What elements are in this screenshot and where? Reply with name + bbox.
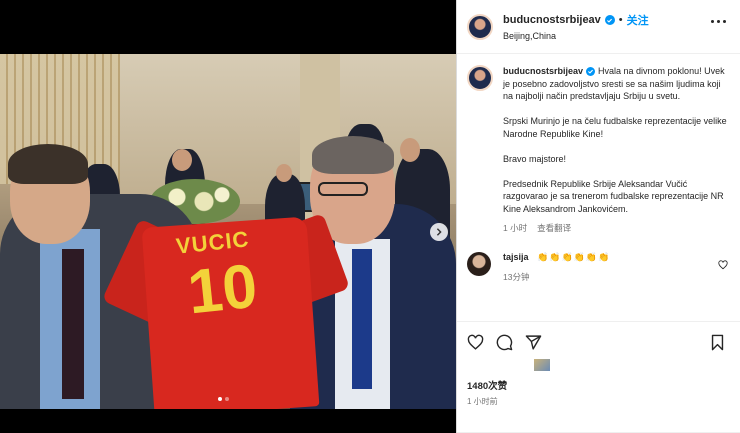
share-icon[interactable] <box>525 334 542 351</box>
see-translation-link[interactable]: 查看翻译 <box>537 222 571 235</box>
author-avatar[interactable] <box>467 13 493 40</box>
separator-dot: • <box>618 14 623 26</box>
photo-person-left-hair <box>8 144 88 184</box>
photo-person-left-tie <box>62 249 84 399</box>
jersey-number-print: 10 <box>184 251 261 328</box>
action-icons <box>467 332 730 352</box>
author-info: buducnostsrbijeav • 关注 Beijing,China <box>503 12 649 41</box>
comment-icon[interactable] <box>496 334 513 351</box>
comment-item: tajsija 👏👏👏👏👏👏 13分钟 <box>467 252 730 283</box>
post-side-panel: buducnostsrbijeav • 关注 Beijing,China bud… <box>456 0 740 433</box>
carousel-dot-active <box>218 397 222 401</box>
verified-badge-icon <box>604 15 615 25</box>
carousel-dots <box>218 397 229 401</box>
commenter-username[interactable]: tajsija <box>503 252 529 262</box>
photo-bystander-head <box>276 164 292 182</box>
caption-body: buducnostsrbijeav Hvala na divnom poklonu… <box>503 65 728 234</box>
more-options-icon[interactable] <box>711 20 726 23</box>
caption-paragraph-1: buducnostsrbijeav Hvala na divnom poklonu… <box>503 65 728 103</box>
heart-icon[interactable] <box>467 334 484 351</box>
comment-text: 👏👏👏👏👏👏 <box>537 252 611 262</box>
author-row: buducnostsrbijeav • 关注 <box>503 12 649 28</box>
chevron-right-icon <box>436 228 442 236</box>
comment-body: tajsija 👏👏👏👏👏👏 13分钟 <box>503 252 610 283</box>
comments-section: buducnostsrbijeav Hvala na divnom poklonu… <box>457 55 740 320</box>
comment-like-heart-icon[interactable] <box>718 260 728 270</box>
bookmark-icon[interactable] <box>709 334 726 351</box>
commenter-avatar[interactable] <box>467 252 491 276</box>
post-actions: 1480次赞 1 小时前 <box>457 321 740 407</box>
post-media-pane: VUCIC 10 <box>0 0 456 433</box>
caption-paragraph-4: Predsednik Republike Srbije Aleksandar V… <box>503 178 724 214</box>
caption-author-avatar[interactable] <box>467 65 493 91</box>
liked-by-thumbnail[interactable] <box>533 358 551 372</box>
carousel-dot <box>225 397 229 401</box>
carousel-next-button[interactable] <box>430 223 448 241</box>
photo-person-right-hair <box>312 136 394 174</box>
caption-paragraph-3: Bravo majstore! <box>503 153 567 164</box>
comment-time: 13分钟 <box>503 272 530 282</box>
verified-badge-icon <box>586 67 596 76</box>
photo-bystander-head <box>400 138 420 162</box>
post-header: buducnostsrbijeav • 关注 Beijing,China <box>457 0 740 54</box>
post-timestamp[interactable]: 1 小时前 <box>467 396 730 407</box>
caption-paragraph-2: Srpski Murinjo je na čelu fudbalske repr… <box>503 116 727 139</box>
caption-time: 1 小时 <box>503 222 528 233</box>
photo-person-right-tie <box>352 249 372 389</box>
photo-bystander-head <box>172 149 192 171</box>
post-photo[interactable]: VUCIC 10 <box>0 54 456 409</box>
follow-button[interactable]: 关注 <box>627 12 649 28</box>
post-location[interactable]: Beijing,China <box>503 31 649 41</box>
liked-by-row <box>467 352 730 372</box>
like-count[interactable]: 1480次赞 <box>467 378 730 392</box>
photo-football-jersey: VUCIC 10 <box>101 202 351 409</box>
author-username[interactable]: buducnostsrbijeav <box>503 14 601 26</box>
caption-meta: 1 小时 查看翻译 <box>503 222 728 235</box>
caption-author-username[interactable]: buducnostsrbijeav <box>503 66 583 76</box>
post-caption: buducnostsrbijeav Hvala na divnom poklonu… <box>467 65 730 234</box>
photo-glasses <box>318 182 368 196</box>
